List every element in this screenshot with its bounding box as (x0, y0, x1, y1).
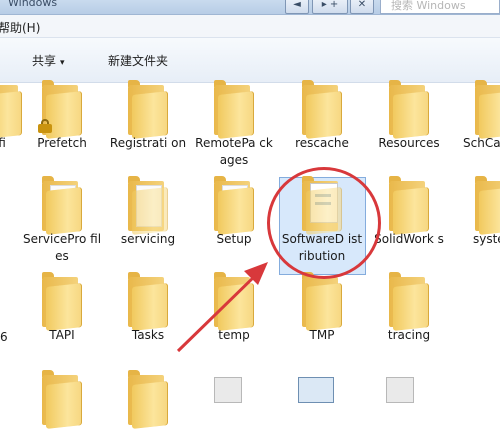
folder-item[interactable]: RemotePa ckages (192, 80, 276, 179)
folder-icon (210, 176, 258, 235)
folder-label: TAPI (49, 328, 75, 342)
folder-item[interactable]: TMP (280, 272, 364, 371)
new-folder-button[interactable]: 新建文件夹 (108, 52, 168, 69)
folder-icon (38, 176, 86, 235)
folder-icon (38, 370, 86, 429)
folder-label: rescache (295, 136, 349, 150)
folder-icon (38, 80, 86, 139)
annotation-arrow (176, 262, 268, 353)
folder-item[interactable]: Registrati on (106, 80, 190, 179)
settings-file-icon (386, 377, 414, 403)
folder-icon (385, 176, 433, 235)
folder-item[interactable]: ServicePro files (20, 176, 104, 275)
folder-item[interactable]: TAPI (20, 272, 104, 371)
menu-help[interactable]: 帮助(H) (0, 19, 40, 36)
share-button[interactable]: 共享 ▾ (32, 52, 65, 69)
toolbar: 共享 ▾ 新建文件夹 (0, 38, 500, 83)
folder-icon (124, 80, 172, 139)
chevron-down-icon: ▾ (60, 58, 65, 68)
window-title: Windows (8, 0, 58, 9)
forward-button[interactable]: ▸ + (312, 0, 348, 14)
folder-label: Registrati on (109, 136, 187, 150)
folder-icon (471, 80, 500, 139)
folder-icon (298, 272, 346, 331)
folder-item[interactable]: rescache (280, 80, 364, 179)
folder-item[interactable]: SchCa (453, 80, 500, 179)
search-input[interactable]: 搜索 Windows (380, 0, 500, 14)
folder-icon (298, 80, 346, 139)
folder-icon (38, 272, 86, 331)
folder-label: RemotePa ckages (195, 136, 273, 167)
folder-label: TMP (309, 328, 335, 342)
folder-label: Prefetch (37, 136, 87, 150)
folder-icon (385, 80, 433, 139)
folder-label: Resources (378, 136, 440, 150)
folder-icon (210, 80, 258, 139)
file-list: fi Prefetch Registrati on RemotePa ckage… (0, 80, 500, 429)
folder-item[interactable]: Resources (367, 80, 451, 179)
folder-label: ServicePro files (22, 232, 102, 263)
folder-item[interactable]: tracing (367, 272, 451, 371)
folder-label: 6 (0, 330, 8, 344)
lock-icon (38, 119, 52, 133)
window-file-icon (298, 377, 334, 403)
folder-item[interactable]: Prefetch (20, 80, 104, 179)
folder-label: syste (473, 232, 500, 246)
close-icon[interactable]: ✕ (350, 0, 374, 14)
folder-icon (385, 272, 433, 331)
share-label: 共享 (32, 54, 57, 68)
folder-label: SchCa (463, 136, 500, 150)
folder-icon (124, 370, 172, 429)
menu-bar: 帮助(H) (0, 15, 500, 38)
settings-file-icon (214, 377, 242, 403)
folder-icon (124, 176, 172, 235)
back-button[interactable]: ◄ (285, 0, 309, 14)
title-bar: Windows ◄ ▸ + ✕ 搜索 Windows (0, 0, 500, 15)
folder-item[interactable]: syste (453, 176, 500, 275)
folder-label: tracing (387, 328, 431, 342)
search-placeholder: 搜索 Windows (391, 0, 466, 12)
folder-icon (471, 176, 500, 235)
